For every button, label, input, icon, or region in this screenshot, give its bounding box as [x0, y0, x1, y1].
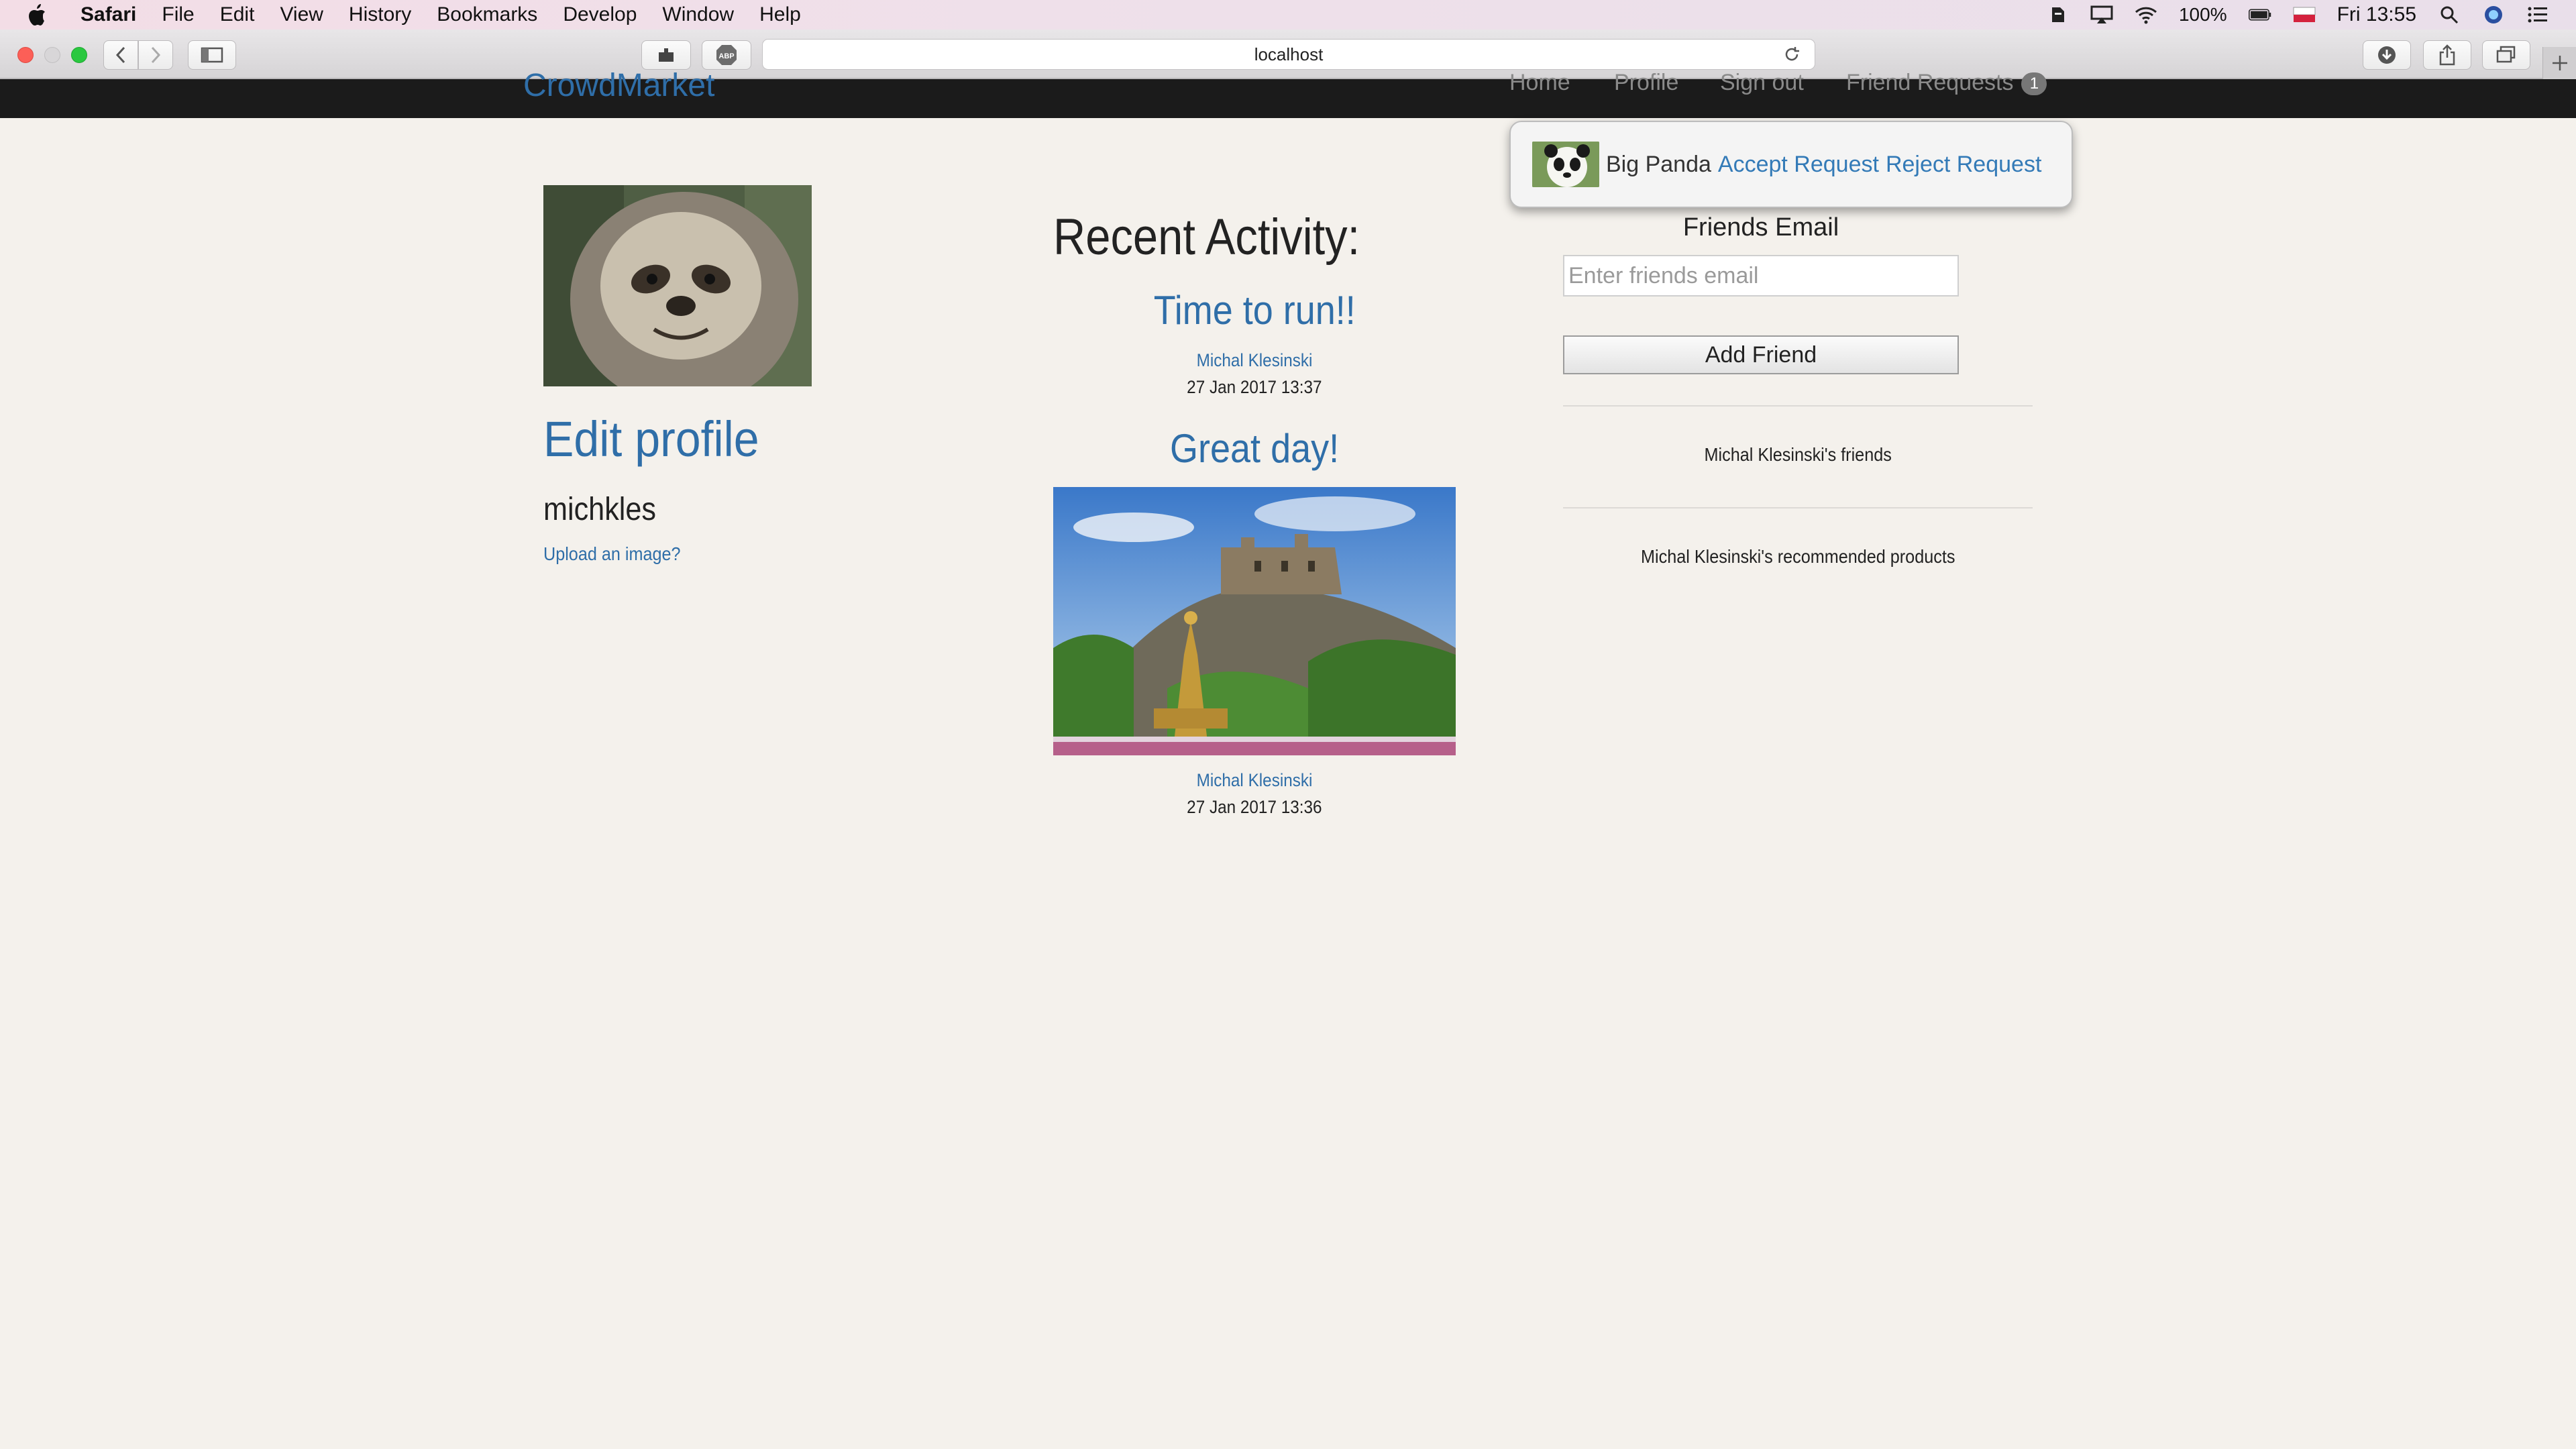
spotlight-search-icon[interactable] [2438, 5, 2461, 25]
section-divider [1563, 507, 2033, 508]
window-minimize-button[interactable] [44, 47, 60, 63]
menu-edit[interactable]: Edit [220, 3, 255, 26]
downloads-button[interactable] [2363, 40, 2411, 70]
menu-app-safari[interactable]: Safari [80, 3, 136, 26]
menu-file[interactable]: File [162, 3, 194, 26]
nav-home-link[interactable]: Home [1509, 70, 1570, 96]
menu-help[interactable]: Help [759, 3, 801, 26]
post-author-link[interactable]: Michal Klesinski [1053, 770, 1456, 791]
apple-icon[interactable] [27, 4, 47, 25]
menu-view[interactable]: View [280, 3, 323, 26]
post-date: 27 Jan 2017 13:37 [1053, 377, 1456, 398]
post-title-text: Time to run!! [1153, 288, 1356, 333]
adblock-button[interactable]: ABP [702, 40, 751, 70]
recent-activity-heading: Recent Activity: [1053, 209, 1360, 266]
friend-requests-label: Friend Requests [1846, 70, 2014, 95]
profile-photo-sloth [543, 185, 812, 386]
upload-image-link[interactable]: Upload an image? [543, 543, 681, 565]
share-button[interactable] [2423, 40, 2471, 70]
accept-request-link[interactable]: Accept Request [1718, 152, 1879, 178]
menu-develop[interactable]: Develop [563, 3, 637, 26]
requester-name: Big Panda [1606, 151, 1711, 177]
new-tab-button[interactable] [2542, 47, 2576, 79]
evernote-icon[interactable] [2046, 5, 2069, 25]
menubar-status-area: 100% Fri 13:55 [2046, 0, 2549, 30]
post-date-text: 27 Jan 2017 13:37 [1187, 377, 1322, 397]
friends-list-heading-text: Michal Klesinski's friends [1704, 444, 1892, 465]
chevron-right-icon [151, 46, 161, 64]
macos-menubar: Safari File Edit View History Bookmarks … [0, 0, 2576, 30]
share-icon [2439, 44, 2455, 66]
nav-signout-link[interactable]: Sign out [1720, 70, 1804, 96]
nav-friend-requests-link[interactable]: Friend Requests 1 [1846, 70, 2047, 96]
window-close-button[interactable] [17, 47, 34, 63]
nav-profile-link[interactable]: Profile [1614, 70, 1678, 96]
menu-bookmarks[interactable]: Bookmarks [437, 3, 537, 26]
siri-icon[interactable] [2482, 5, 2505, 25]
add-friend-button[interactable]: Add Friend [1563, 335, 1959, 374]
notification-center-icon[interactable] [2526, 5, 2549, 25]
adblock-icon: ABP [716, 45, 737, 65]
extension-button[interactable] [641, 40, 691, 70]
download-icon [2378, 46, 2396, 64]
window-zoom-button[interactable] [71, 47, 87, 63]
chevron-left-icon [115, 46, 125, 64]
back-button[interactable] [103, 40, 138, 70]
friends-email-input[interactable] [1563, 255, 1959, 297]
post-title-link[interactable]: Great day! [1053, 425, 1456, 472]
menu-window[interactable]: Window [662, 3, 734, 26]
friends-email-label: Friends Email [1682, 213, 1839, 241]
wifi-icon[interactable] [2135, 5, 2157, 25]
tabs-icon [2496, 46, 2516, 63]
forward-button[interactable] [138, 40, 173, 70]
post-title-text: Great day! [1169, 426, 1340, 471]
post-title-link[interactable]: Time to run!! [1053, 287, 1456, 333]
edit-profile-link[interactable]: Edit profile [543, 411, 759, 468]
reload-icon[interactable] [1782, 45, 1801, 68]
recommended-products-heading: Michal Klesinski's recommended products [1563, 546, 2033, 568]
section-divider [1563, 405, 2033, 407]
brand-logo-link[interactable]: CrowdMarket [523, 67, 714, 104]
extension-puzzle-icon [659, 48, 674, 62]
airplay-icon[interactable] [2090, 5, 2113, 25]
recommended-products-heading-text: Michal Klesinski's recommended products [1640, 546, 1955, 567]
friends-list-heading: Michal Klesinski's friends [1563, 444, 2033, 466]
post-date: 27 Jan 2017 13:36 [1053, 797, 1456, 818]
battery-percent: 100% [2178, 4, 2227, 25]
battery-icon[interactable] [2248, 5, 2271, 25]
sidebar-toggle-button[interactable] [188, 40, 236, 70]
address-bar-url: localhost [1254, 44, 1324, 64]
reject-request-link[interactable]: Reject Request [1886, 152, 2041, 178]
input-source-flag-icon[interactable] [2293, 5, 2316, 25]
address-bar[interactable]: localhost [762, 39, 1815, 70]
tab-overview-button[interactable] [2482, 40, 2530, 70]
post-date-text: 27 Jan 2017 13:36 [1187, 797, 1322, 817]
post-author-text: Michal Klesinski [1196, 350, 1313, 370]
friend-requests-count-badge: 1 [2021, 72, 2047, 96]
profile-username: michkles [543, 492, 657, 527]
menubar-clock[interactable]: Fri 13:55 [2337, 3, 2416, 26]
sidebar-icon [201, 47, 223, 63]
post-author-link[interactable]: Michal Klesinski [1053, 350, 1456, 371]
post-author-text: Michal Klesinski [1196, 770, 1313, 790]
menu-history[interactable]: History [349, 3, 411, 26]
site-navbar [0, 79, 2576, 118]
panda-avatar [1532, 142, 1599, 187]
post-image-castle [1053, 487, 1456, 755]
friend-request-popover: Big Panda Accept Request Reject Request [1509, 121, 2073, 208]
svg-text:ABP: ABP [718, 52, 734, 60]
plus-icon [2552, 56, 2567, 70]
